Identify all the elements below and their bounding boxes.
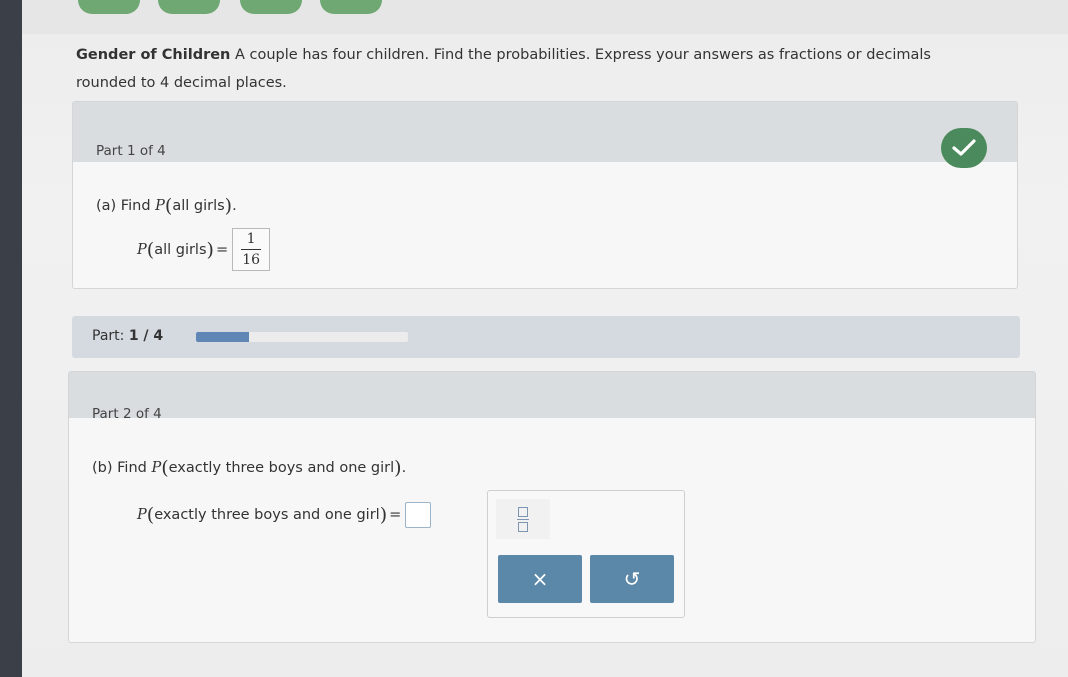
part2-header [69, 372, 1035, 418]
question-body-line1: A couple has four children. Find the pro… [230, 47, 931, 63]
part1-header [73, 102, 1017, 162]
part1-close-paren: ) [224, 195, 233, 217]
part1-title: Part 1 of 4 [96, 143, 166, 159]
part1-answer-numerator: 1 [241, 231, 262, 250]
part2-answer-open-paren: ( [146, 504, 155, 526]
part1-prob-symbol: P [155, 198, 165, 214]
nav-tab-2[interactable] [158, 0, 220, 14]
part1-answer-open-paren: ( [146, 238, 155, 261]
part2-answer-event: exactly three boys and one girl [154, 507, 380, 523]
question-topic: Gender of Children [76, 47, 231, 63]
part1-answer-prob: P [137, 241, 147, 258]
part2-equals: = [389, 507, 402, 523]
part1-answer-denominator: 16 [242, 252, 261, 268]
undo-icon: ↺ [623, 567, 641, 591]
fraction-tool-button[interactable] [496, 499, 550, 539]
undo-button[interactable]: ↺ [590, 555, 674, 603]
part1-event: all girls [172, 198, 225, 214]
part2-event: exactly three boys and one girl [168, 460, 395, 476]
part2-open-paren: ( [161, 457, 169, 479]
part1-answer-close-paren: ) [206, 238, 214, 261]
checkmark-icon [952, 139, 976, 156]
math-keypad: × ↺ [487, 490, 685, 618]
close-icon: × [531, 567, 549, 591]
top-navigation-strip [22, 0, 1068, 34]
part2-prompt: (b) Find P(exactly three boys and one gi… [92, 457, 406, 479]
part1-prompt-prefix: (a) Find [96, 198, 156, 214]
part2-answer-input[interactable] [405, 502, 432, 528]
fraction-bar-icon [517, 518, 529, 520]
part2-prob-symbol: P [151, 460, 162, 476]
part2-answer-close-paren: ) [379, 504, 388, 526]
part1-card: Part 1 of 4 (a) Find P(all girls). P(all… [72, 101, 1018, 289]
nav-tab-4[interactable] [320, 0, 382, 14]
question-body-line2: rounded to 4 decimal places. [76, 75, 287, 91]
part2-period: . [401, 460, 407, 476]
part2-answer-line: P(exactly three boys and one girl) = [137, 502, 432, 528]
fraction-numerator-slot-icon [518, 506, 528, 517]
part1-answer-event: all girls [154, 241, 207, 258]
progress-label-prefix: Part: [92, 328, 129, 344]
nav-tab-3[interactable] [240, 0, 302, 14]
progress-label: Part: 1 / 4 [92, 328, 163, 344]
part2-prompt-prefix: (b) Find [92, 460, 152, 476]
part1-period: . [232, 198, 237, 214]
part1-prompt: (a) Find P(all girls). [96, 195, 237, 217]
progress-bar-fill [196, 332, 249, 342]
part1-answer-line: P(all girls) = 1 16 [137, 228, 271, 271]
nav-tab-1[interactable] [78, 0, 140, 14]
correct-check-icon [941, 128, 987, 168]
part2-title: Part 2 of 4 [92, 406, 162, 422]
question-text: Gender of Children A couple has four chi… [76, 41, 976, 97]
part2-answer-prob: P [137, 507, 147, 523]
part2-card: Part 2 of 4 (b) Find P(exactly three boy… [68, 371, 1036, 643]
fraction-denominator-slot-icon [518, 521, 528, 532]
progress-bar [196, 332, 408, 342]
progress-label-value: 1 / 4 [128, 328, 164, 344]
part1-equals: = [215, 241, 229, 258]
part2-close-paren: ) [394, 457, 402, 479]
part1-answer-fraction: 1 16 [232, 228, 271, 271]
clear-button[interactable]: × [498, 555, 582, 603]
progress-strip: Part: 1 / 4 [72, 316, 1020, 358]
